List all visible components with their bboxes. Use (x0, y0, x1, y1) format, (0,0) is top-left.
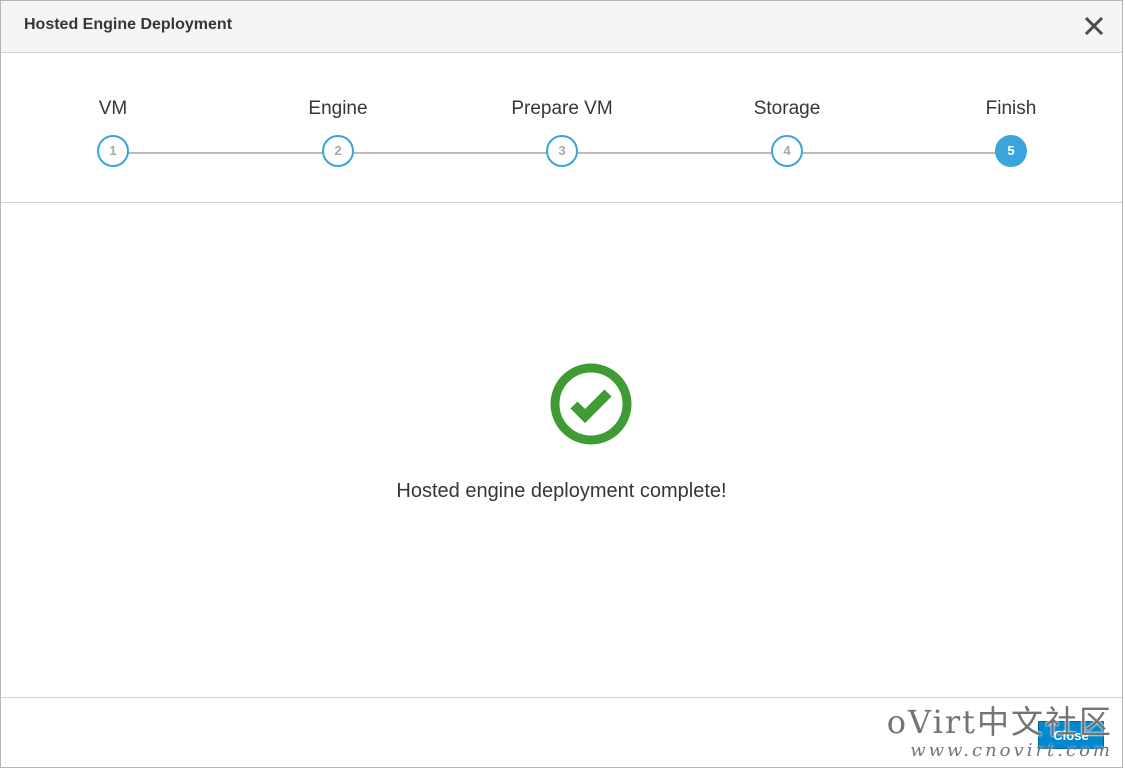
dialog-footer: Close (1, 697, 1122, 767)
wizard-step-number: 5 (995, 135, 1027, 167)
wizard-step-number: 3 (546, 135, 578, 167)
wizard-step-prepare-vm[interactable]: Prepare VM 3 (482, 97, 642, 167)
dialog-body: Hosted engine deployment complete! (1, 203, 1122, 697)
success-message: Hosted engine deployment complete! (396, 480, 727, 502)
wizard-step-number: 4 (771, 135, 803, 167)
wizard-step-finish[interactable]: Finish 5 (931, 97, 1091, 167)
close-button[interactable]: Close (1038, 721, 1104, 749)
wizard-step-number: 2 (322, 135, 354, 167)
dialog-title: Hosted Engine Deployment (24, 16, 233, 33)
dialog-header: Hosted Engine Deployment (1, 1, 1122, 53)
wizard-step-storage[interactable]: Storage 4 (707, 97, 867, 167)
wizard-step-number: 1 (97, 135, 129, 167)
wizard-steps: VM 1 Engine 2 Prepare VM 3 Storage 4 Fin… (1, 53, 1122, 203)
wizard-step-label: Prepare VM (511, 98, 613, 119)
wizard-step-vm[interactable]: VM 1 (33, 97, 193, 167)
wizard-step-label: Storage (753, 98, 821, 119)
check-circle-icon (550, 363, 632, 445)
wizard-step-label: Finish (985, 98, 1037, 119)
wizard-step-label: Engine (308, 98, 368, 119)
wizard-step-label: VM (98, 98, 128, 119)
close-icon[interactable] (1080, 11, 1108, 41)
wizard-step-engine[interactable]: Engine 2 (258, 97, 418, 167)
deployment-dialog: Hosted Engine Deployment VM 1 Engine 2 P… (0, 0, 1123, 768)
